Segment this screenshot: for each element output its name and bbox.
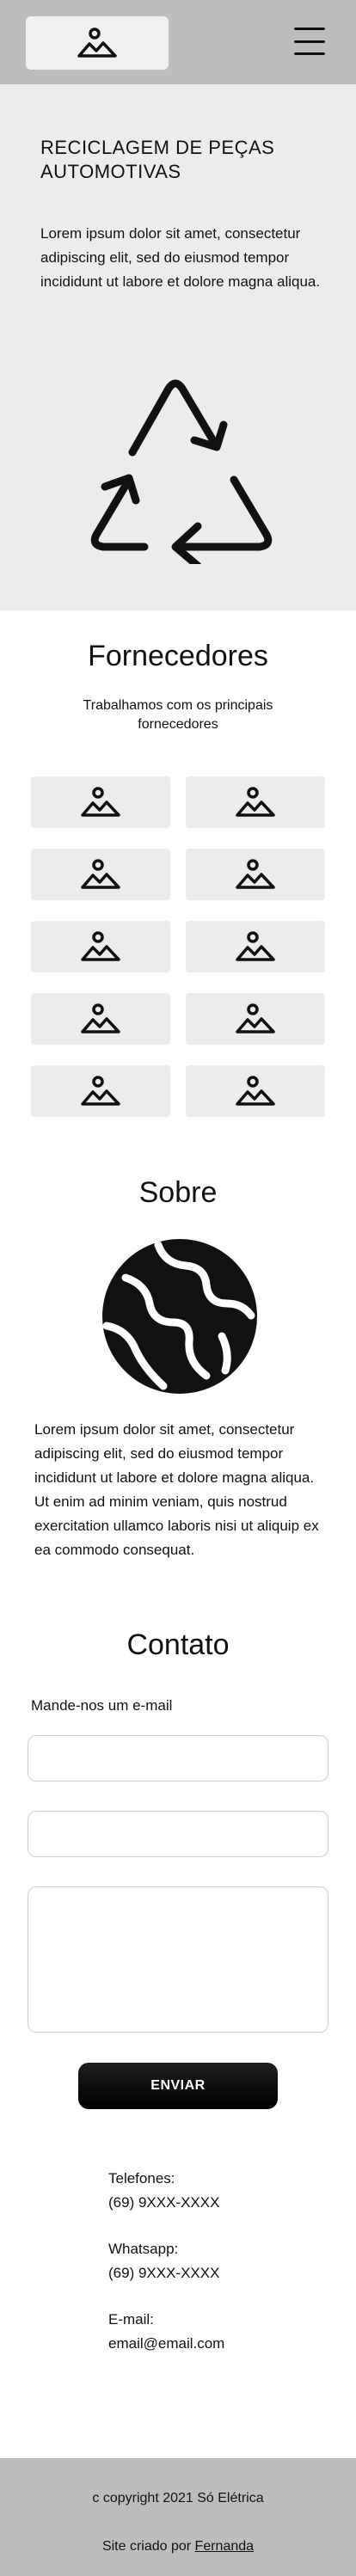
phones-label: Telefones: <box>108 2170 175 2187</box>
email-block: E-mail: email@email.com <box>108 2308 332 2356</box>
supplier-logo[interactable] <box>31 849 170 900</box>
credit-author-link[interactable]: Fernanda <box>195 2539 255 2554</box>
contact-info: Telefones: (69) 9XXX-XXXX Whatsapp: (69)… <box>108 2167 332 2378</box>
email-label: E-mail: <box>108 2311 154 2328</box>
site-header <box>0 0 356 84</box>
phones-block: Telefones: (69) 9XXX-XXXX <box>108 2167 332 2215</box>
supplier-logo[interactable] <box>186 921 325 972</box>
image-placeholder-icon <box>234 858 277 891</box>
menu-line <box>294 40 325 43</box>
image-placeholder-icon <box>79 930 122 963</box>
whatsapp-label: Whatsapp: <box>108 2241 179 2257</box>
suppliers-subtitle: Trabalhamos com os principais fornecedor… <box>83 698 273 732</box>
globe-icon <box>102 1239 257 1394</box>
contact-label: Mande-nos um e-mail <box>31 1697 173 1714</box>
email-address: email@email.com <box>108 2335 225 2352</box>
contact-title: Contato <box>126 1628 230 1661</box>
hero-text: Lorem ipsum dolor sit amet, consectetur … <box>40 225 321 290</box>
image-placeholder-icon <box>234 1003 277 1035</box>
credit-prefix: Site criado por <box>101 2539 195 2554</box>
supplier-logo[interactable] <box>31 993 170 1045</box>
image-placeholder-icon <box>79 858 122 891</box>
send-button[interactable]: ENVIAR <box>78 2063 278 2109</box>
hero-section: RECICLAGEM DE PEÇAS AUTOMOTIVAS Lorem ip… <box>0 84 356 610</box>
site-footer: c copyright 2021 Só Elétrica Site criado… <box>0 2458 356 2576</box>
site-logo[interactable] <box>26 16 169 70</box>
supplier-logo[interactable] <box>31 921 170 972</box>
message-field[interactable] <box>28 1886 328 2033</box>
supplier-logo[interactable] <box>186 993 325 1045</box>
image-placeholder-icon <box>77 28 117 58</box>
hamburger-menu-icon[interactable] <box>292 26 327 57</box>
about-title: Sobre <box>138 1176 218 1209</box>
menu-line <box>294 52 325 55</box>
credit-text: Site criado por Fernanda <box>0 2537 356 2556</box>
phones-value: (69) 9XXX-XXXX <box>108 2194 220 2211</box>
menu-line <box>294 28 325 30</box>
image-placeholder-icon <box>79 1003 122 1035</box>
copyright-text: c copyright 2021 Só Elétrica <box>92 2491 264 2505</box>
image-placeholder-icon <box>234 786 277 819</box>
recycle-icon <box>90 379 273 564</box>
whatsapp-value: (69) 9XXX-XXXX <box>108 2265 220 2281</box>
image-placeholder-icon <box>79 786 122 819</box>
image-placeholder-icon <box>79 1075 122 1107</box>
hero-title: RECICLAGEM DE PEÇAS AUTOMOTIVAS <box>40 137 275 182</box>
supplier-logo[interactable] <box>186 849 325 900</box>
email-field[interactable] <box>28 1811 328 1857</box>
about-text: Lorem ipsum dolor sit amet, consectetur … <box>34 1421 319 1558</box>
supplier-logo[interactable] <box>31 1065 170 1117</box>
whatsapp-block: Whatsapp: (69) 9XXX-XXXX <box>108 2237 332 2285</box>
image-placeholder-icon <box>234 1075 277 1107</box>
suppliers-title: Fornecedores <box>88 640 268 672</box>
supplier-logo[interactable] <box>186 1065 325 1117</box>
supplier-logo[interactable] <box>31 776 170 828</box>
image-placeholder-icon <box>234 930 277 963</box>
supplier-logo[interactable] <box>186 776 325 828</box>
name-field[interactable] <box>28 1735 328 1782</box>
